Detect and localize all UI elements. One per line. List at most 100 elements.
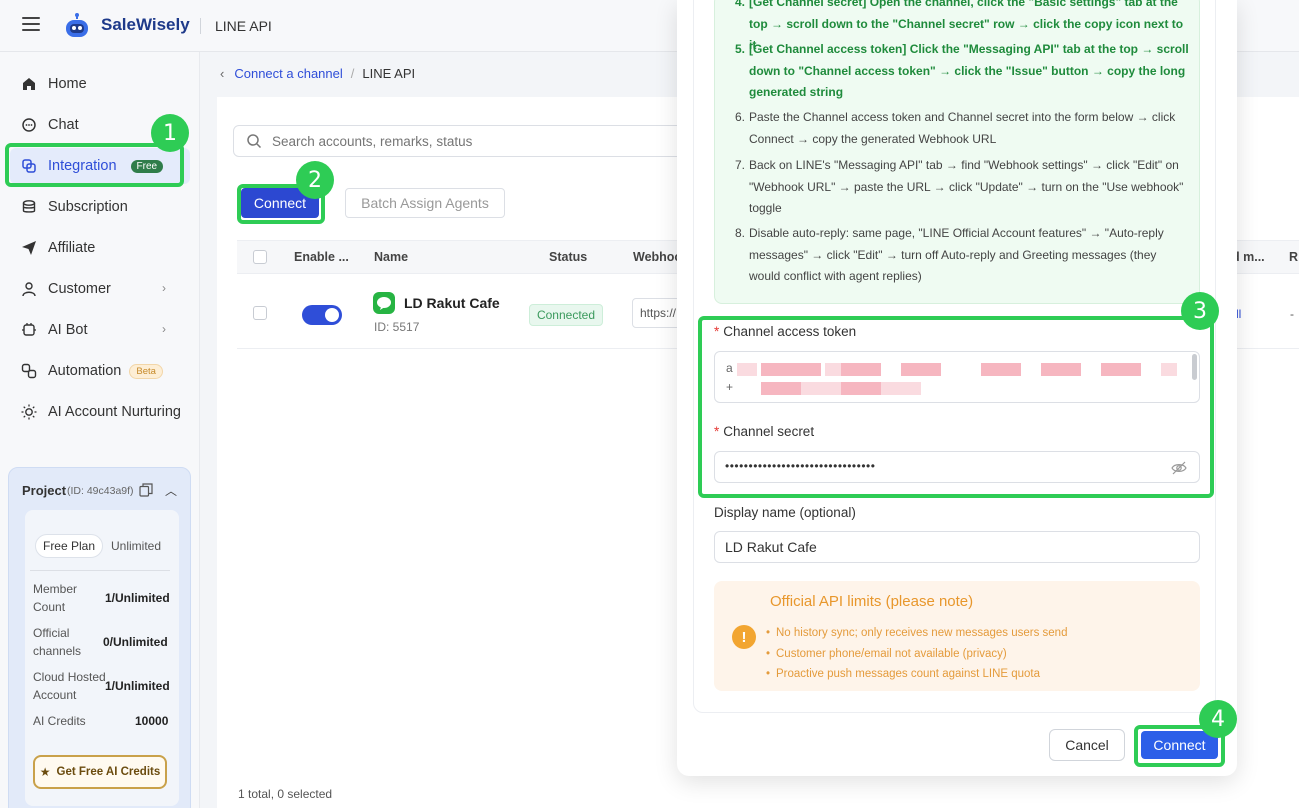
redacted-block (881, 382, 921, 395)
step-text: Back on LINE's "Messaging API" tab → fin… (749, 158, 1184, 215)
sidebar-item-customer[interactable]: Customer › (10, 271, 190, 307)
sidebar-item-ai-bot[interactable]: AI Bot › (10, 312, 190, 348)
search-input[interactable] (272, 133, 652, 149)
column-header-enable: Enable ... (294, 250, 349, 264)
token-text: + (726, 380, 734, 394)
redacted-block (1161, 363, 1177, 376)
sidebar-item-integration[interactable]: Integration Free (10, 148, 190, 184)
select-all-checkbox[interactable] (253, 250, 267, 264)
sidebar-item-label: Chat (48, 117, 79, 133)
subscription-icon (20, 198, 38, 216)
instruction-step: 8. Disable auto-reply: same page, "LINE … (735, 223, 1189, 288)
step-text: Paste the Channel access token and Chann… (749, 110, 1176, 146)
step-marker-4: 4 (1199, 700, 1237, 738)
breadcrumb-current: LINE API (362, 66, 416, 81)
step-marker-2: 2 (296, 161, 334, 199)
search-box[interactable] (233, 125, 693, 157)
sidebar-item-ai-account-nurturing[interactable]: AI Account Nurturing (10, 394, 190, 430)
redacted-block (801, 382, 821, 395)
display-name-label: Display name (optional) (714, 505, 856, 520)
stat-value: 10000 (135, 714, 169, 728)
breadcrumb-separator: / (350, 66, 355, 81)
line-app-icon (373, 292, 395, 314)
column-header-status: Status (549, 250, 588, 264)
sidebar-item-subscription[interactable]: Subscription (10, 189, 190, 225)
get-free-ai-credits-button[interactable]: ★ Get Free AI Credits (33, 755, 167, 789)
redacted-block (901, 363, 941, 376)
redacted-block (821, 382, 841, 395)
chat-icon (20, 116, 38, 134)
sidebar-item-automation[interactable]: Automation Beta (10, 353, 190, 389)
project-title: Project (22, 483, 67, 498)
sidebar-item-label: Automation (48, 363, 122, 379)
table-cell-partial: - (1290, 307, 1294, 321)
menu-icon[interactable] (22, 17, 40, 33)
plan-limit: Unlimited (111, 539, 162, 553)
label-text: Channel access token (723, 324, 857, 339)
redacted-block (1101, 363, 1141, 376)
access-token-textarea[interactable]: a + (714, 351, 1200, 403)
label-text: Channel secret (723, 424, 815, 439)
sidebar-item-label: AI Account Nurturing (48, 404, 181, 420)
redacted-block (737, 363, 757, 376)
modal-connect-button[interactable]: Connect (1141, 731, 1218, 759)
breadcrumb-link[interactable]: Connect a channel (234, 66, 342, 81)
column-header-webhook: Webhoo (633, 250, 683, 264)
required-marker: * (714, 424, 720, 439)
send-icon (20, 239, 38, 257)
redacted-block (761, 363, 821, 376)
sidebar-item-label: Customer (48, 281, 111, 297)
section-title: LINE API (215, 18, 272, 34)
stat-value: 1/Unlimited (105, 679, 170, 693)
stat-label: AI Credits (33, 714, 86, 728)
sidebar-item-label: Affiliate (48, 240, 96, 256)
instruction-step: 6. Paste the Channel access token and Ch… (735, 107, 1189, 150)
redacted-block (841, 382, 881, 395)
display-name-input[interactable]: LD Rakut Cafe (714, 531, 1200, 563)
instruction-step: 5. [Get Channel access token] Click the … (735, 39, 1189, 104)
channel-secret-input[interactable]: •••••••••••••••••••••••••••••••• (714, 451, 1200, 483)
sidebar-item-home[interactable]: Home (10, 66, 190, 102)
secret-value: •••••••••••••••••••••••••••••••• (725, 459, 876, 473)
enable-toggle[interactable] (302, 305, 342, 325)
instruction-step: 7. Back on LINE's "Messaging API" tab → … (735, 155, 1189, 220)
column-header-partial: R (1289, 250, 1299, 264)
automation-icon (20, 362, 38, 380)
sidebar-item-label: Integration (48, 158, 117, 174)
divider (30, 570, 170, 571)
chevron-right-icon: › (162, 281, 166, 295)
breadcrumb: ‹ Connect a channel / LINE API (220, 66, 415, 81)
chevron-up-icon[interactable]: ︿ (165, 482, 177, 499)
divider (200, 18, 201, 34)
redacted-block (825, 363, 841, 376)
redacted-block (1041, 363, 1081, 376)
limit-item: No history sync; only receives new messa… (766, 627, 1067, 639)
redacted-block (841, 363, 881, 376)
cancel-button[interactable]: Cancel (1049, 729, 1125, 761)
brand-name: SaleWisely (101, 15, 190, 34)
limit-item: Customer phone/email not available (priv… (766, 648, 1007, 660)
batch-assign-agents-button[interactable]: Batch Assign Agents (345, 188, 505, 218)
stat-value: 0/Unlimited (103, 635, 168, 649)
free-badge: Free (130, 159, 164, 173)
copy-icon[interactable] (139, 483, 153, 497)
warning-icon: ! (732, 625, 756, 649)
sidebar-item-label: Subscription (48, 199, 128, 215)
row-checkbox[interactable] (253, 306, 267, 320)
step-marker-3: 3 (1181, 292, 1219, 330)
step-number: 7. (735, 158, 746, 172)
home-icon (20, 75, 38, 93)
sidebar-item-label: AI Bot (48, 322, 88, 338)
step-number: 6. (735, 110, 746, 124)
channel-secret-label: * Channel secret (714, 424, 814, 439)
plan-pill: Free Plan (35, 534, 103, 558)
step-text: Disable auto-reply: same page, "LINE Off… (749, 226, 1164, 283)
step-marker-1: 1 (151, 114, 189, 152)
sidebar-item-affiliate[interactable]: Affiliate (10, 230, 190, 266)
table-footer: 1 total, 0 selected (238, 787, 333, 801)
star-icon: ★ (39, 765, 51, 779)
scrollbar[interactable] (1192, 354, 1197, 380)
chevron-left-icon[interactable]: ‹ (220, 66, 224, 81)
integration-icon (20, 157, 38, 175)
eye-off-icon[interactable] (1171, 460, 1187, 476)
